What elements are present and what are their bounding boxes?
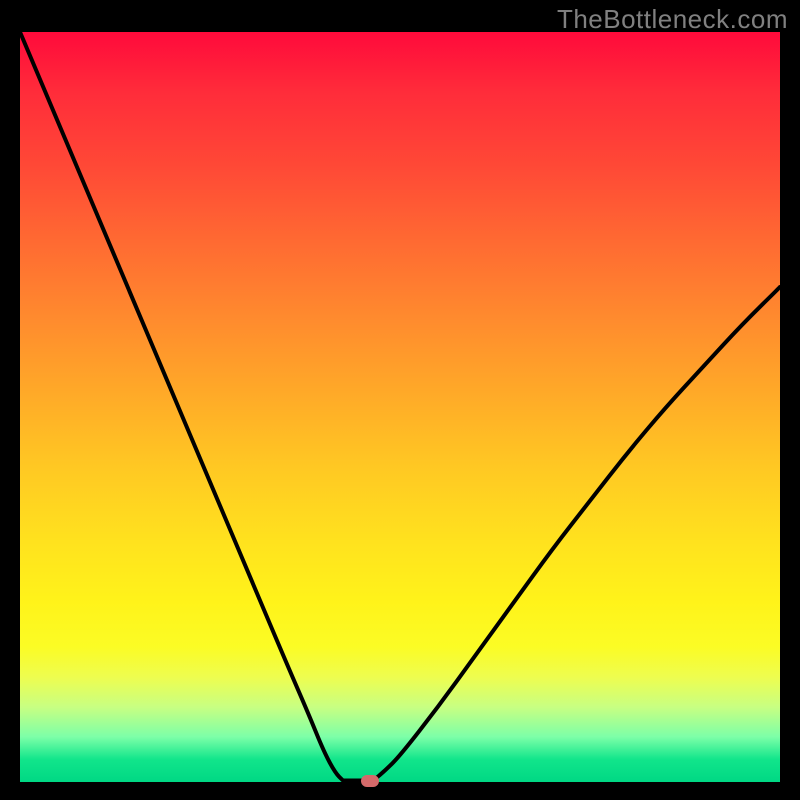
watermark-text: TheBottleneck.com: [557, 4, 788, 35]
curve-path: [20, 32, 780, 781]
plot-area: [20, 32, 780, 782]
optimum-marker: [361, 775, 379, 787]
chart-frame: TheBottleneck.com: [0, 0, 800, 800]
bottleneck-curve: [20, 32, 780, 782]
